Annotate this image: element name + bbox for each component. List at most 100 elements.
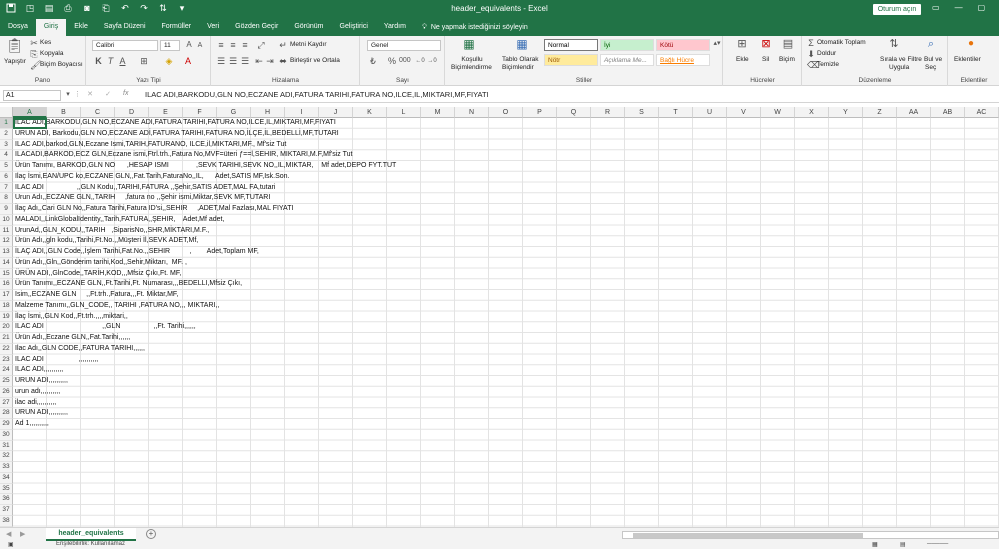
row-header-12[interactable]: 12 — [0, 236, 13, 247]
row-header-34[interactable]: 34 — [0, 472, 13, 484]
column-header-k[interactable]: K — [353, 107, 387, 118]
minimize-icon[interactable]: — — [955, 3, 963, 12]
cell-a22[interactable]: Ilac Adı,,GLN CODE,,FATURA TARIHI,,,,,, — [15, 344, 145, 355]
insert-function-icon[interactable]: fx — [123, 90, 128, 97]
style-normal[interactable]: Normal — [544, 39, 598, 51]
tab-page-layout[interactable]: Sayfa Düzeni — [96, 19, 154, 36]
wrap-text-button[interactable]: Metni Kaydır — [290, 41, 327, 48]
font-name-select[interactable]: Calibri — [92, 40, 158, 51]
find-select-icon[interactable]: ⌕ — [924, 39, 938, 50]
add-sheet-icon[interactable]: + — [146, 529, 156, 539]
maximize-icon[interactable]: ▢ — [978, 3, 986, 12]
row-header-10[interactable]: 10 — [0, 214, 13, 226]
cell-a12[interactable]: Ürün Adı,,gln kodu,,Tarihi,Ft.No.,,Müşte… — [15, 236, 198, 247]
fill-icon[interactable]: ⬇ — [807, 49, 815, 59]
cell-a29[interactable]: Ad 1,,,,,,,,,, — [15, 419, 49, 430]
align-middle-icon[interactable]: ≡ — [228, 40, 238, 50]
active-cell-a1[interactable] — [13, 118, 47, 129]
column-header-t[interactable]: T — [659, 107, 693, 118]
column-header-s[interactable]: S — [625, 107, 659, 118]
merge-center-icon[interactable]: ⬌ — [278, 56, 288, 66]
row-header-32[interactable]: 32 — [0, 451, 13, 462]
underline-icon[interactable]: A — [118, 56, 127, 66]
cell-a2[interactable]: URUN ADI, Barkodu,GLN NO,ECZANE ADİ,FATU… — [15, 129, 339, 140]
column-header-m[interactable]: M — [421, 107, 455, 118]
cut-button[interactable]: Kes — [40, 39, 51, 46]
format-as-table-label-1[interactable]: Tablo Olarak — [502, 56, 539, 63]
row-header-19[interactable]: 19 — [0, 311, 13, 323]
comma-style-icon[interactable]: 000 — [399, 56, 411, 66]
column-header-z[interactable]: Z — [863, 107, 897, 118]
row-header-16[interactable]: 16 — [0, 279, 13, 290]
cell-a6[interactable]: Ilaç İsmi,EAN/UPC ko,ECZANE GLN,,Fat.Tar… — [15, 172, 290, 183]
cell-a19[interactable]: İlaç İsmi,,GLN Kod,,Ft.trh.,,,,miktari,, — [15, 312, 128, 323]
autosum-icon[interactable]: Σ — [807, 38, 815, 48]
increase-decimal-icon[interactable]: ←0 — [415, 56, 425, 66]
style-neutral[interactable]: Nötr — [544, 54, 598, 66]
align-left-icon[interactable]: ☰ — [216, 56, 226, 66]
name-box[interactable]: A1 — [3, 90, 61, 101]
fill-button[interactable]: Doldur — [817, 50, 836, 57]
decrease-decimal-icon[interactable]: →0 — [427, 56, 437, 66]
formula-input[interactable]: ILAC ADI,BARKODU,GLN NO,ECZANE ADI,FATUR… — [145, 90, 489, 99]
style-explanatory[interactable]: Açıklama Me... — [600, 54, 654, 66]
format-cells-icon[interactable]: ▤ — [782, 39, 794, 50]
cell-a3[interactable]: ILAC ADI,barkod,GLN,Eczane Ismi,TARIH,FA… — [15, 140, 286, 151]
zoom-slider[interactable]: ───── — [927, 541, 948, 547]
row-header-23[interactable]: 23 — [0, 354, 13, 366]
italic-icon[interactable]: T — [106, 56, 115, 66]
column-header-aa[interactable]: AA — [897, 107, 931, 118]
style-good[interactable]: İyi — [600, 39, 654, 51]
tab-view[interactable]: Görünüm — [286, 19, 331, 36]
prev-sheet-icon[interactable]: ◀ — [6, 530, 11, 538]
column-header-r[interactable]: R — [591, 107, 625, 118]
style-linked-cell[interactable]: Bağlı Hücre — [656, 54, 710, 66]
sheet-tab-header-equivalents[interactable]: header_equivalents — [46, 528, 136, 541]
row-header-24[interactable]: 24 — [0, 365, 13, 376]
column-header-p[interactable]: P — [523, 107, 557, 118]
tab-developer[interactable]: Geliştirici — [332, 19, 376, 36]
row-header-7[interactable]: 7 — [0, 182, 13, 194]
column-header-j[interactable]: J — [319, 107, 353, 118]
cell-a18[interactable]: Malzeme Tanımı,,GLN_CODE,, TARIHI ,FATUR… — [15, 301, 219, 312]
page-layout-view-icon[interactable]: ▤ — [900, 541, 906, 548]
column-header-x[interactable]: X — [795, 107, 829, 118]
number-format-select[interactable]: Genel — [367, 40, 441, 51]
cell-a8[interactable]: Urun Adı,,ECZANE GLN,,TARIH ,fatura no ,… — [15, 193, 270, 204]
autosum-button[interactable]: Otomatik Toplam — [817, 39, 866, 46]
decrease-font-icon[interactable]: A — [195, 41, 205, 51]
column-header-f[interactable]: F — [183, 107, 217, 118]
find-select-label-2[interactable]: Seç — [925, 64, 936, 71]
cell-a13[interactable]: İLAÇ ADI,,GLN Code,,İşlem Tarihi,Fat.No.… — [15, 247, 259, 258]
merge-center-button[interactable]: Birleştir ve Ortala — [290, 57, 340, 64]
find-select-label-1[interactable]: Bul ve — [924, 56, 942, 63]
cut-icon[interactable]: ✂ — [30, 38, 38, 48]
column-header-b[interactable]: B — [47, 107, 81, 118]
column-header-d[interactable]: D — [115, 107, 149, 118]
cell-a5[interactable]: Ürün Tanımı, BARKOD,GLN NO ,HESAP ISMI ,… — [15, 161, 396, 172]
row-header-2[interactable]: 2 — [0, 128, 13, 140]
orientation-icon[interactable]: ⤢ — [256, 40, 266, 50]
align-center-icon[interactable]: ☰ — [228, 56, 238, 66]
align-top-icon[interactable]: ≡ — [216, 40, 226, 50]
column-header-l[interactable]: L — [387, 107, 421, 118]
row-header-11[interactable]: 11 — [0, 225, 13, 237]
cell-a25[interactable]: URUN ADI,,,,,,,,,, — [15, 376, 68, 387]
increase-indent-icon[interactable]: ⇥ — [265, 56, 275, 66]
horizontal-scrollbar[interactable] — [622, 531, 999, 539]
tab-help[interactable]: Yardım — [376, 19, 414, 36]
tab-home[interactable]: Giriş — [35, 19, 67, 36]
format-as-table-icon[interactable]: ▦ — [515, 38, 529, 50]
cell-a16[interactable]: Ürün Tanımı,,ECZANE GLN,,Ft.Tarihi,Ft. N… — [15, 279, 242, 290]
row-header-28[interactable]: 28 — [0, 408, 13, 419]
sort-filter-icon[interactable]: ⇅ — [887, 39, 901, 50]
accessibility-status[interactable]: Erişilebilirlik: Kullanılamaz — [56, 541, 125, 547]
format-painter-icon[interactable]: 🖌︎ — [30, 60, 41, 70]
clear-icon[interactable]: ⌫ — [807, 60, 820, 70]
font-size-select[interactable]: 11 — [160, 40, 180, 51]
paste-button[interactable]: Yapıştır — [4, 58, 26, 65]
font-color-icon[interactable]: A — [183, 56, 193, 66]
row-header-1[interactable]: 1 — [0, 118, 13, 129]
column-header-a[interactable]: A — [13, 107, 47, 118]
cell-a4[interactable]: ILACADI,BARKOD,ECZ GLN,Eczane ismi,Ftrl.… — [15, 150, 352, 161]
